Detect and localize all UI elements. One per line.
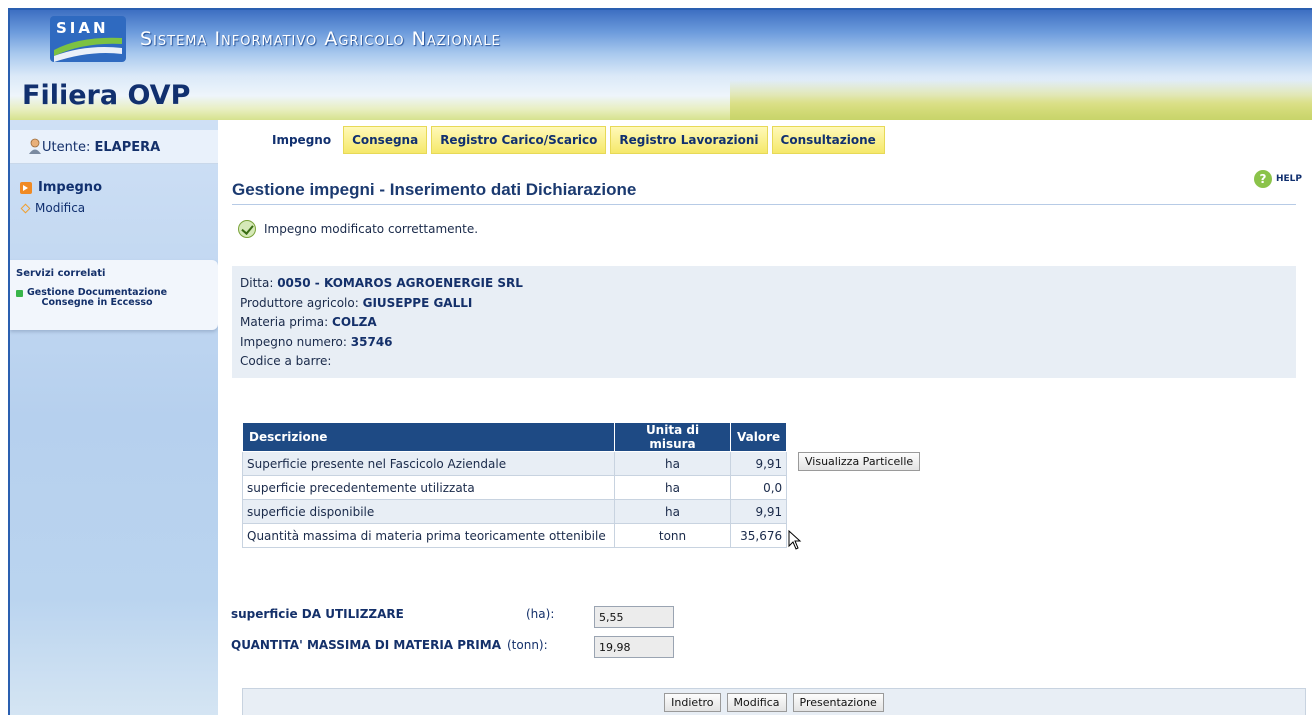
table-row: superficie disponibile ha 9,91 (242, 499, 788, 524)
services-link-gestione-documentazione[interactable]: Gestione Documentazione Consegne in Ecce… (16, 288, 167, 308)
info-produttore: Produttore agricolo: GIUSEPPE GALLI (240, 294, 1288, 314)
info-codice-label: Codice a barre: (240, 354, 332, 368)
quantita-row: QUANTITA' MASSIMA DI MATERIA PRIMA (tonn… (231, 638, 548, 652)
info-ditta-label: Ditta: (240, 276, 278, 290)
arrow-icon (20, 181, 32, 194)
app-frame: SIAN Sistema Informativo Agricolo Nazion… (8, 8, 1312, 715)
quantita-unit: (tonn): (506, 638, 548, 652)
user-name: ELAPERA (94, 140, 161, 155)
info-impegno-label: Impegno numero: (240, 334, 351, 349)
mouse-cursor-icon (788, 530, 802, 550)
sian-logo: SIAN (50, 16, 126, 62)
quantita-label: QUANTITA' MASSIMA DI MATERIA PRIMA (231, 638, 501, 652)
sidebar: Utente: ELAPERA Impegno Modifica Servizi… (10, 120, 218, 715)
surface-table: Descrizione Unita di misura Valore Super… (242, 422, 788, 548)
table-row: Quantità massima di materia prima teoric… (242, 523, 788, 548)
table-row: Superficie presente nel Fascicolo Aziend… (242, 451, 788, 476)
cell-descrizione: Quantità massima di materia prima teoric… (242, 523, 615, 548)
success-message: Impegno modificato correttamente. (238, 220, 478, 238)
modifica-button[interactable]: Modifica (726, 693, 787, 712)
system-title: Sistema Informativo Agricolo Nazionale (140, 28, 501, 50)
related-services-panel: Servizi correlati Gestione Documentazion… (10, 260, 218, 330)
title-divider (232, 204, 1296, 205)
info-ditta: Ditta: 0050 - KOMAROS AGROENERGIE SRL (240, 274, 1288, 294)
cell-unita: ha (614, 499, 731, 524)
success-message-text: Impegno modificato correttamente. (264, 222, 479, 236)
user-icon (29, 138, 41, 154)
info-materia-label: Materia prima: (240, 315, 333, 329)
tab-consultazione[interactable]: Consultazione (771, 126, 885, 154)
indietro-button[interactable]: Indietro (664, 693, 721, 712)
info-materia-value: COLZA (332, 315, 377, 329)
superficie-input[interactable]: 5,55 (594, 606, 674, 628)
info-produttore-label: Produttore agricolo: (240, 295, 363, 310)
logo-text: SIAN (56, 19, 109, 37)
presentazione-button[interactable]: Presentazione (792, 693, 884, 712)
info-codice: Codice a barre: (240, 352, 1288, 372)
header-banner: SIAN Sistema Informativo Agricolo Nazion… (10, 10, 1312, 120)
tab-bar: Impegno Consegna Registro Carico/Scarico… (264, 126, 885, 154)
column-header-descrizione: Descrizione (242, 422, 615, 452)
services-title: Servizi correlati (16, 268, 106, 279)
cell-valore: 0,0 (729, 475, 788, 500)
sidebar-item-modifica[interactable]: Modifica (20, 201, 86, 215)
table-header-row: Descrizione Unita di misura Valore (242, 422, 788, 452)
tab-consegna[interactable]: Consegna (343, 126, 428, 154)
cell-descrizione: superficie disponibile (242, 499, 615, 524)
user-prefix: Utente: (42, 140, 95, 155)
diamond-bullet-icon (20, 203, 31, 213)
tab-registro-lavorazioni[interactable]: Registro Lavorazioni (610, 126, 768, 154)
visualizza-particelle-button[interactable]: Visualizza Particelle (798, 452, 921, 471)
superficie-row: superficie DA UTILIZZARE (ha): (231, 607, 554, 621)
info-impegno-value: 35746 (350, 334, 393, 349)
cell-valore: 35,676 (729, 523, 788, 548)
action-bar: Indietro Modifica Presentazione (242, 688, 1306, 715)
info-ditta-value: 0050 - KOMAROS AGROENERGIE SRL (277, 276, 523, 290)
tab-registro-carico-scarico[interactable]: Registro Carico/Scarico (431, 126, 607, 154)
cell-unita: tonn (614, 523, 731, 548)
page-title: Gestione impegni - Inserimento dati Dich… (232, 180, 637, 199)
user-box: Utente: ELAPERA (10, 130, 218, 164)
info-panel: Ditta: 0050 - KOMAROS AGROENERGIE SRL Pr… (232, 266, 1296, 378)
cell-descrizione: Superficie presente nel Fascicolo Aziend… (242, 451, 615, 476)
help-icon: ? (1253, 170, 1272, 188)
superficie-label: superficie DA UTILIZZARE (231, 607, 404, 621)
services-link-line2: Consegne in Eccesso (41, 297, 153, 308)
cell-unita: ha (614, 451, 731, 476)
info-produttore-value: GIUSEPPE GALLI (362, 295, 473, 310)
tab-impegno[interactable]: Impegno (264, 126, 340, 154)
sidebar-item-label: Modifica (35, 201, 86, 215)
quantita-input[interactable]: 19,98 (594, 636, 674, 658)
sidebar-item-impegno[interactable]: Impegno (20, 180, 102, 195)
app-title: Filiera OVP (22, 80, 191, 111)
main-content: Impegno Consegna Registro Carico/Scarico… (218, 120, 1312, 715)
check-icon (238, 220, 256, 238)
table-row: superficie precedentemente utilizzata ha… (242, 475, 788, 500)
green-bullet-icon (16, 290, 23, 297)
column-header-unita: Unita di misura (614, 422, 731, 452)
superficie-unit: (ha): (526, 607, 555, 621)
info-impegno: Impegno numero: 35746 (240, 333, 1288, 353)
cell-descrizione: superficie precedentemente utilizzata (242, 475, 615, 500)
help-label: HELP (1275, 174, 1302, 184)
cell-valore: 9,91 (729, 451, 788, 476)
header-wheat-decoration (730, 80, 1312, 120)
cell-unita: ha (614, 475, 731, 500)
sidebar-item-label: Impegno (38, 180, 102, 195)
info-materia: Materia prima: COLZA (240, 313, 1288, 333)
column-header-valore: Valore (729, 422, 788, 452)
user-label: Utente: ELAPERA (42, 140, 160, 155)
help-button[interactable]: ? HELP (1253, 170, 1302, 188)
cell-valore: 9,91 (729, 499, 788, 524)
services-link-label: Gestione Documentazione Consegne in Ecce… (27, 288, 167, 308)
